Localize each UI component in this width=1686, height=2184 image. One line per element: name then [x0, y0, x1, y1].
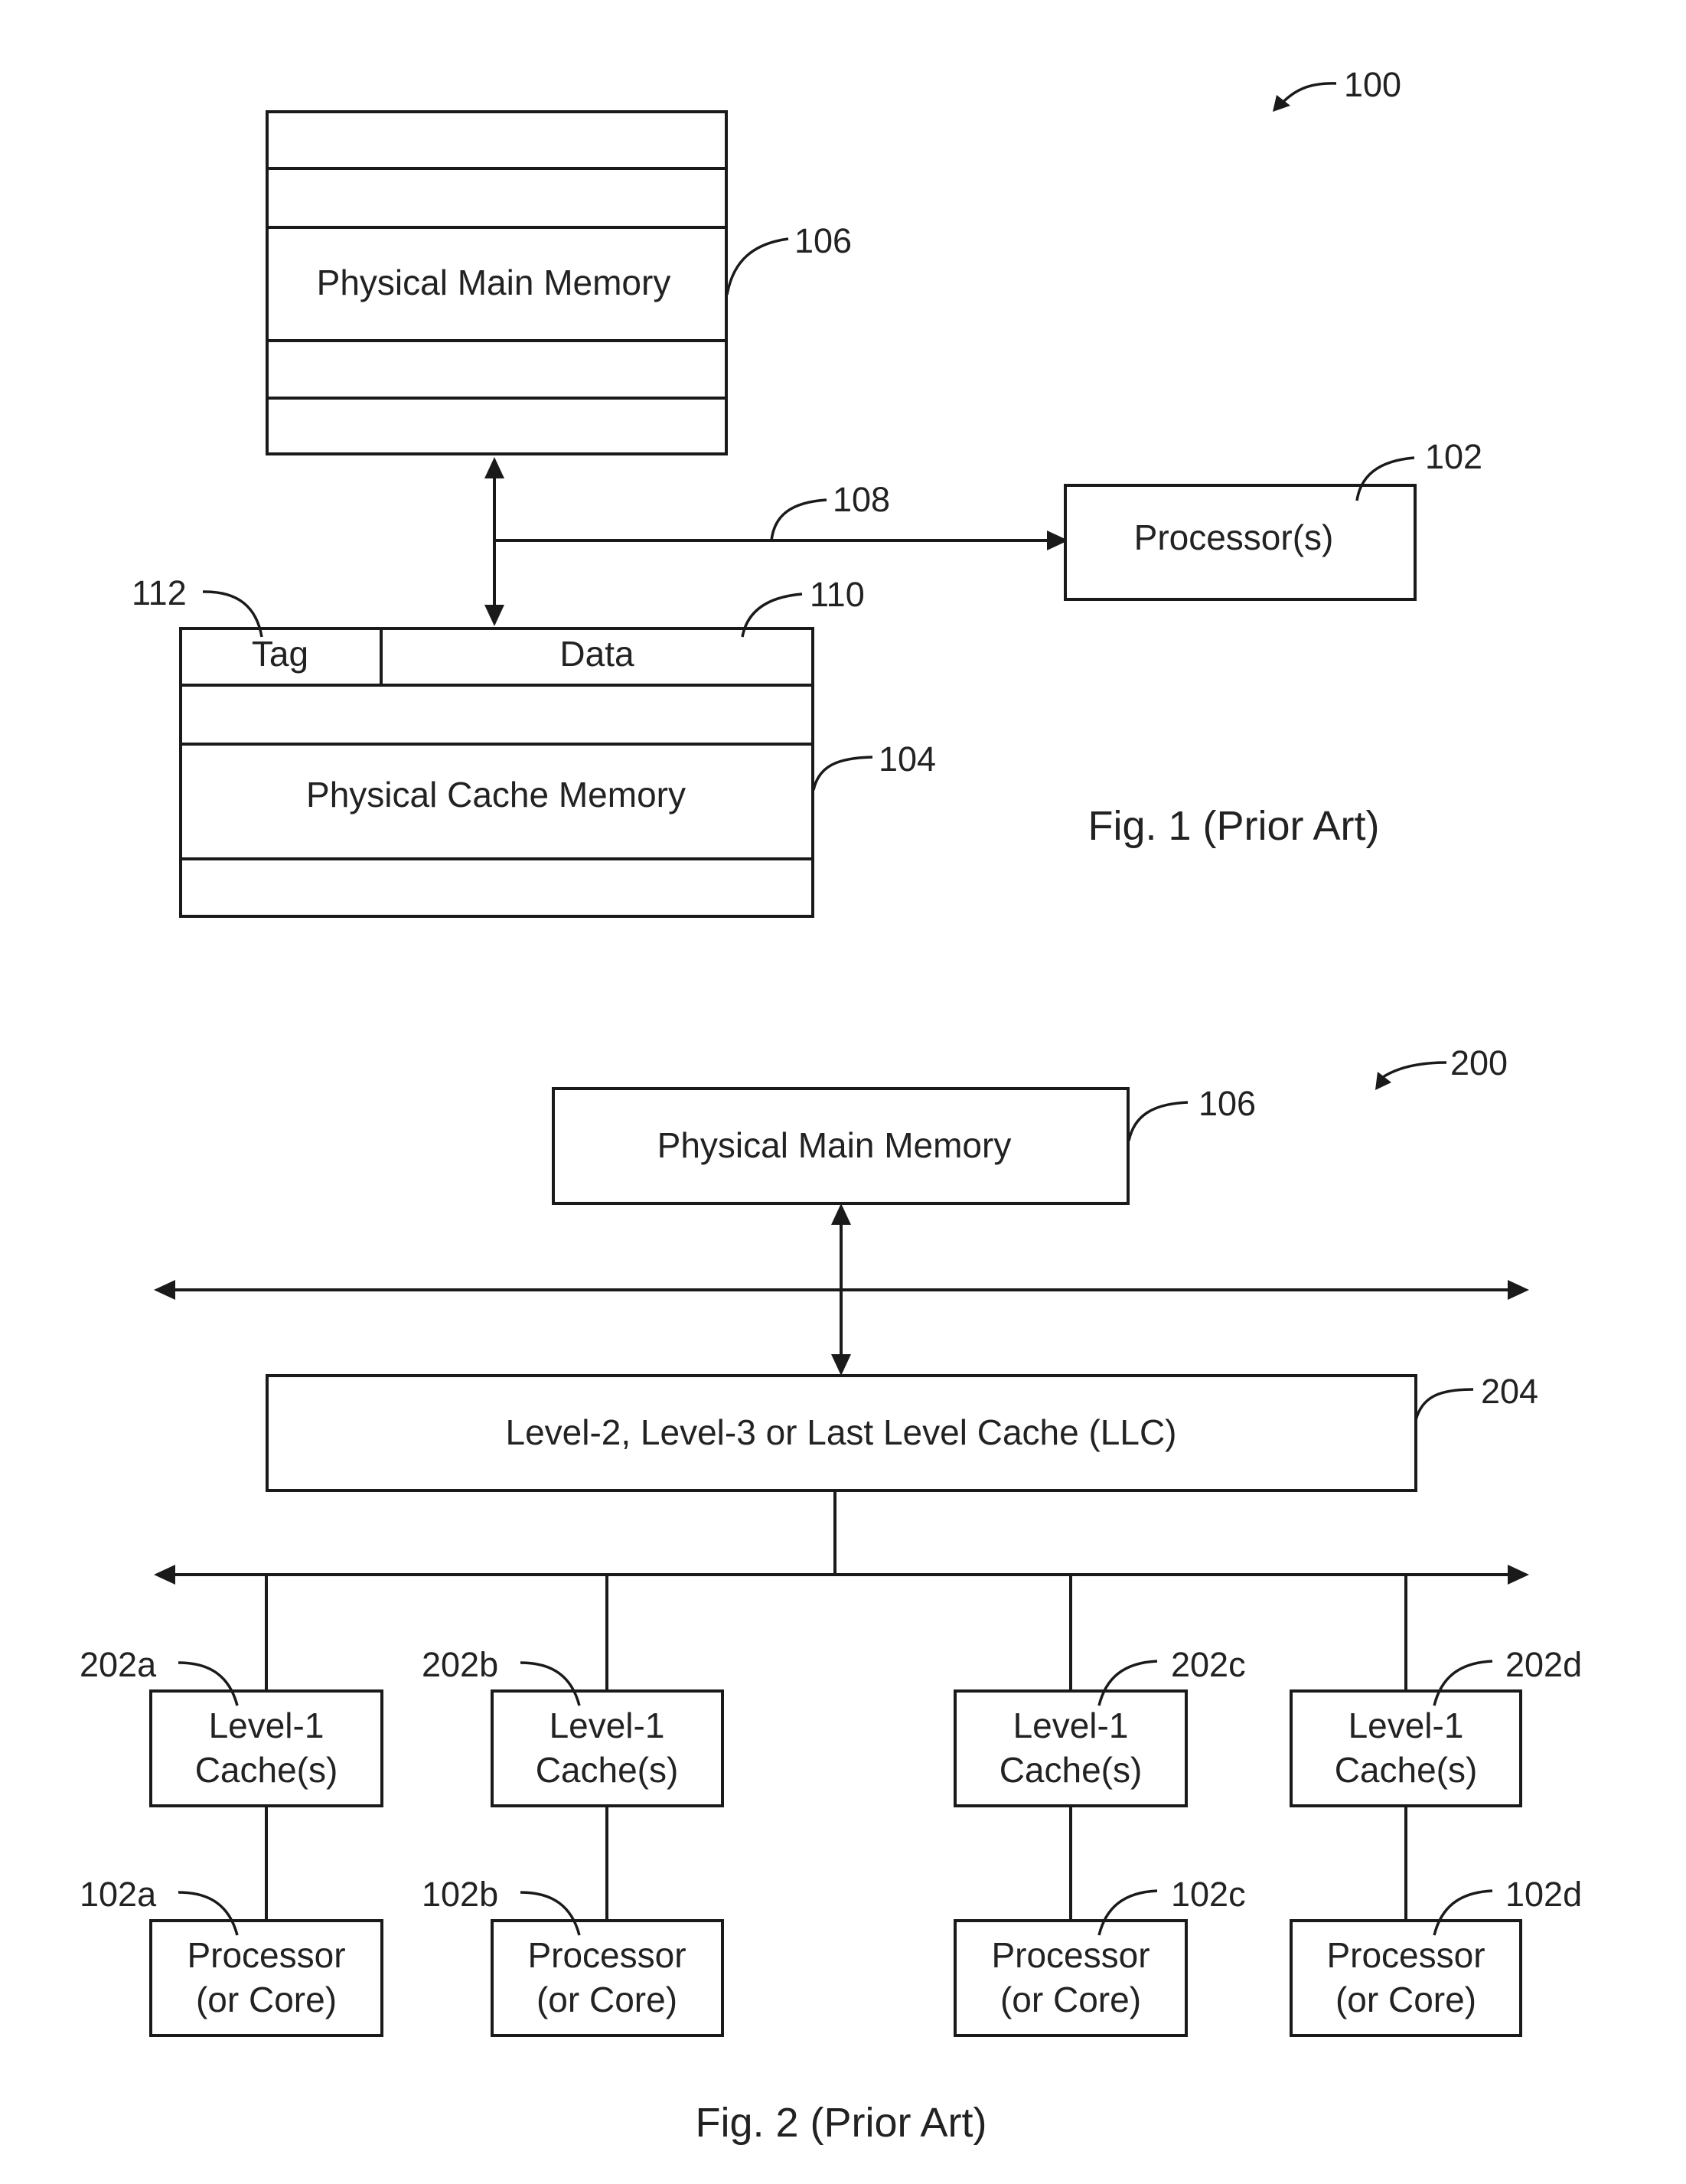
fig2: 200 Physical Main Memory 106 Level-2, Le… [80, 1043, 1582, 2146]
arrow-left-icon [154, 1280, 175, 1300]
l1-cache-ref: 202a [80, 1645, 157, 1684]
arrow-right-icon [1508, 1565, 1529, 1585]
arrow-right-icon [1508, 1280, 1529, 1300]
bus-leader [770, 498, 827, 541]
llc-leader [1414, 1388, 1474, 1421]
l1-cache-label-line2: Cache(s) [536, 1750, 679, 1790]
core-column-a: Level-1 Cache(s) 202a Processor (or Core… [80, 1575, 383, 2037]
ref-arrow-curve [1278, 82, 1337, 107]
fig1-bus: 108 [484, 457, 1068, 626]
fig2-caption: Fig. 2 (Prior Art) [695, 2100, 986, 2146]
fig2-ref-indicator: 200 [1375, 1043, 1508, 1090]
processor-ref: 102d [1505, 1875, 1582, 1914]
l1-cache-label-line1: Level-1 [549, 1706, 665, 1745]
main-memory-ref: 106 [1198, 1084, 1256, 1123]
fig1: 100 Physical Main Memory 106 108 Process… [132, 65, 1482, 918]
patent-figures: 100 Physical Main Memory 106 108 Process… [80, 65, 1582, 2146]
l1-cache-ref: 202c [1171, 1645, 1246, 1684]
core-column-b: Level-1 Cache(s) 202b Processor (or Core… [422, 1575, 724, 2037]
processor-ref: 102a [80, 1875, 157, 1914]
arrow-up-icon [831, 1203, 851, 1225]
l1-cache-label-line2: Cache(s) [195, 1750, 338, 1790]
core-column-c: Level-1 Cache(s) 202c Processor (or Core… [954, 1575, 1246, 2037]
cache-memory-leader [812, 756, 873, 791]
arrow-left-icon [154, 1565, 175, 1585]
fig2-main-memory: Physical Main Memory 106 [552, 1084, 1256, 1205]
cache-memory-ref: 104 [879, 739, 936, 779]
processor-ref: 102c [1171, 1875, 1246, 1914]
processor-label-line1: Processor [1326, 1935, 1485, 1975]
l1-cache-ref: 202d [1505, 1645, 1582, 1684]
processor-label-line1: Processor [991, 1935, 1150, 1975]
processor-label-line2: (or Core) [196, 1980, 337, 2019]
l1-cache-label-line2: Cache(s) [1000, 1750, 1143, 1790]
tag-label: Tag [252, 634, 308, 674]
processor-ref: 102 [1425, 437, 1482, 476]
l1-cache-label-line1: Level-1 [1013, 1706, 1129, 1745]
processor-ref: 102b [422, 1875, 498, 1914]
arrow-down-icon [831, 1354, 851, 1376]
main-memory-leader [726, 237, 789, 295]
fig1-main-memory: Physical Main Memory 106 [266, 110, 852, 455]
fig2-ref-label: 200 [1450, 1043, 1508, 1082]
arrow-up-icon [484, 457, 504, 478]
processor-label-line2: (or Core) [1000, 1980, 1141, 2019]
fig1-ref-indicator: 100 [1273, 65, 1401, 112]
processor-label-line1: Processor [187, 1935, 345, 1975]
llc-label: Level-2, Level-3 or Last Level Cache (LL… [505, 1412, 1176, 1452]
bus-ref: 108 [833, 480, 890, 519]
fig1-processor: Processor(s) 102 [1064, 437, 1482, 601]
processor-label: Processor(s) [1134, 517, 1334, 557]
arrow-down-icon [484, 605, 504, 626]
fig1-cache-memory: Tag Data Physical Cache Memory 112 110 1… [132, 573, 936, 918]
fig1-ref-label: 100 [1344, 65, 1401, 104]
l1-cache-ref: 202b [422, 1645, 498, 1684]
l1-cache-label-line1: Level-1 [209, 1706, 324, 1745]
main-memory-label: Physical Main Memory [317, 263, 671, 302]
main-memory-leader [1127, 1101, 1189, 1141]
main-memory-label: Physical Main Memory [657, 1125, 1012, 1165]
tag-ref: 112 [132, 573, 187, 612]
processor-label-line2: (or Core) [536, 1980, 677, 2019]
cache-memory-label: Physical Cache Memory [306, 775, 686, 815]
fig1-caption: Fig. 1 (Prior Art) [1088, 803, 1379, 849]
data-label: Data [559, 634, 634, 674]
fig2-llc: Level-2, Level-3 or Last Level Cache (LL… [266, 1372, 1538, 1492]
main-memory-ref: 106 [794, 221, 852, 260]
core-column-d: Level-1 Cache(s) 202d Processor (or Core… [1290, 1575, 1582, 2037]
l1-cache-label-line1: Level-1 [1348, 1706, 1464, 1745]
ref-arrow-curve [1376, 1061, 1447, 1082]
processor-label-line1: Processor [527, 1935, 686, 1975]
l1-cache-label-line2: Cache(s) [1335, 1750, 1478, 1790]
llc-ref: 204 [1481, 1372, 1538, 1411]
processor-label-line2: (or Core) [1335, 1980, 1476, 2019]
data-ref: 110 [810, 575, 865, 614]
